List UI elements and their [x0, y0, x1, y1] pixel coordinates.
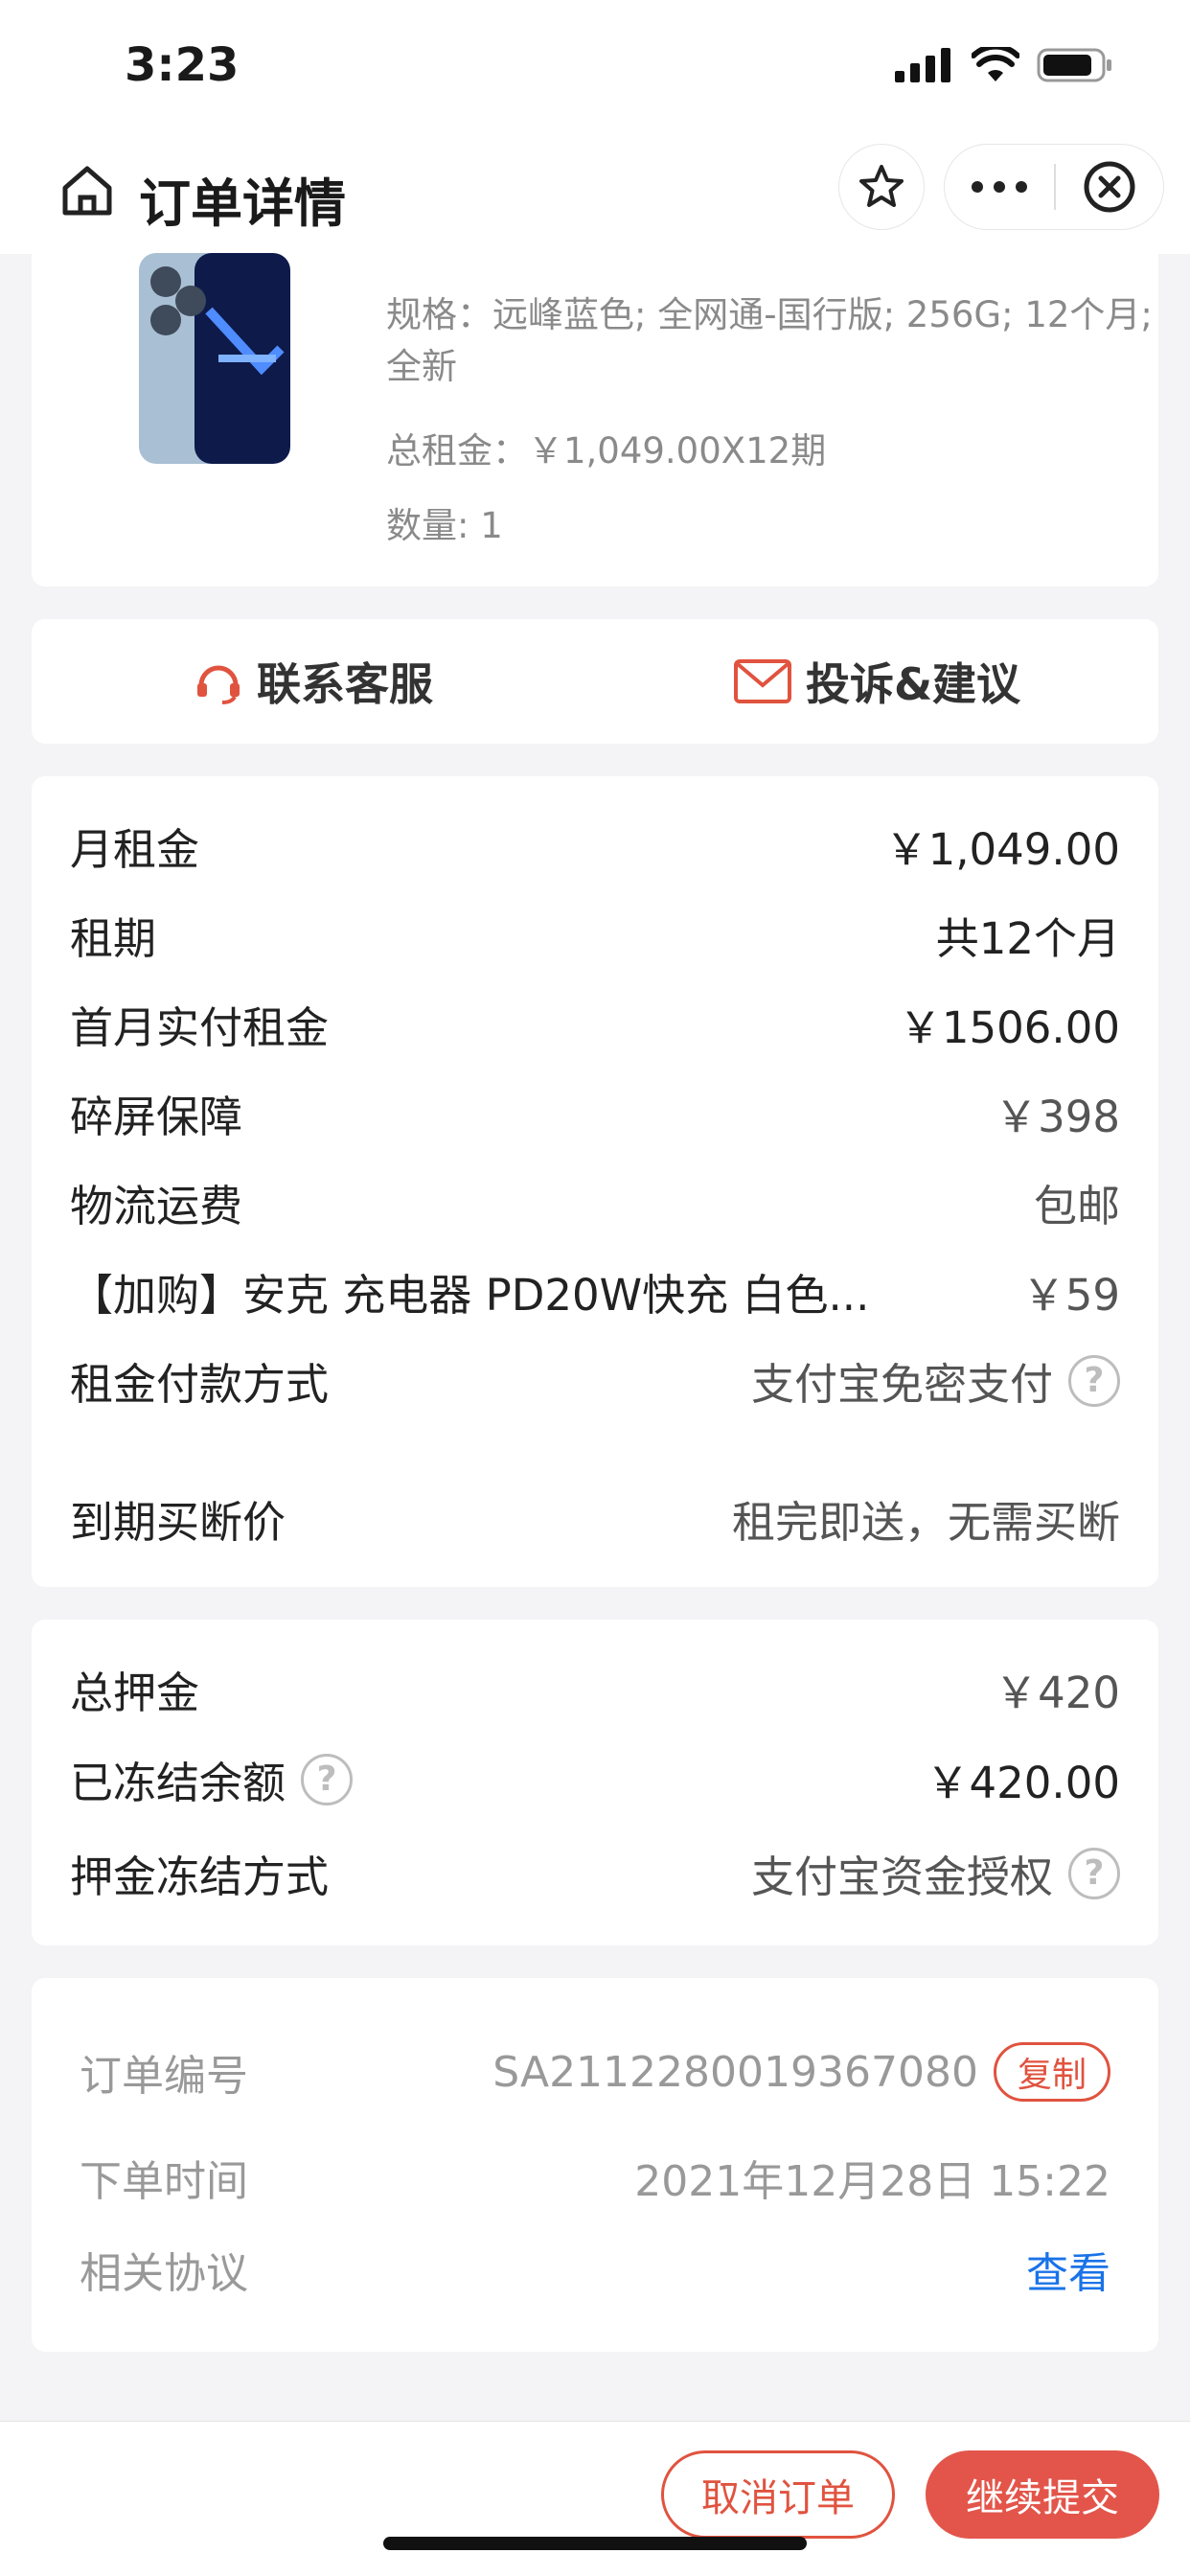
detail-value: 共12个月 — [935, 913, 1120, 964]
bottom-action-bar: 取消订单 继续提交 — [0, 2421, 1190, 2576]
detail-row-first-month: 首月实付租金 ￥1506.00 — [70, 993, 1120, 1055]
detail-value: ￥1506.00 — [898, 1002, 1120, 1053]
detail-value: 包邮 — [1033, 1181, 1120, 1231]
close-icon — [1084, 161, 1135, 213]
detail-label: 到期买断价 — [70, 1497, 286, 1548]
order-info-card: 订单编号 SA2112280019367080 复制 下单时间 2021年12月… — [32, 1978, 1158, 2352]
deposit-label: 押金冻结方式 — [70, 1852, 330, 1902]
detail-row-monthly-rent: 月租金 ￥1,049.00 — [70, 815, 1120, 877]
detail-row-payment-method: 租金付款方式 支付宝免密支付 ? — [70, 1349, 1120, 1412]
order-number-row: 订单编号 SA2112280019367080 复制 — [80, 2041, 1110, 2103]
product-card: 规格：远峰蓝色; 全网通-国行版; 256G; 12个月; 全新 总租金：￥1,… — [32, 253, 1158, 586]
home-indicator[interactable] — [383, 2537, 807, 2550]
agreement-label: 相关协议 — [80, 2249, 248, 2298]
close-button[interactable] — [1056, 144, 1163, 230]
detail-value: ￥1,049.00 — [884, 824, 1120, 875]
order-time: 2021年12月28日 15:22 — [634, 2157, 1110, 2206]
home-icon[interactable] — [57, 161, 117, 224]
detail-row-screen-protection: 碎屏保障 ￥398 — [70, 1082, 1120, 1144]
detail-label: 租金付款方式 — [70, 1359, 330, 1410]
order-number: SA2112280019367080 — [492, 2047, 978, 2097]
deposit-row-total: 总押金 ￥420 — [70, 1658, 1120, 1720]
mail-icon — [733, 659, 791, 703]
product-image[interactable] — [127, 253, 324, 464]
detail-label: 物流运费 — [70, 1181, 243, 1231]
battery-icon — [1037, 48, 1111, 82]
detail-row-buyout: 到期买断价 租完即送，无需买断 — [70, 1487, 1120, 1550]
detail-label: 月租金 — [70, 824, 200, 875]
detail-label: 租期 — [70, 913, 157, 964]
favorite-button[interactable] — [838, 144, 925, 230]
nav-bar: 订单详情 — [0, 134, 1190, 254]
more-dots-icon — [972, 181, 1027, 193]
order-number-wrap: SA2112280019367080 复制 — [492, 2042, 1110, 2102]
detail-label: 【加购】安克 充电器 PD20W快充 白色... — [70, 1270, 870, 1321]
order-time-row: 下单时间 2021年12月28日 15:22 — [80, 2147, 1110, 2208]
detail-value: 支付宝免密支付 — [750, 1359, 1053, 1410]
product-spec: 规格：远峰蓝色; 全网通-国行版; 256G; 12个月; 全新 — [386, 294, 1153, 387]
wifi-icon — [972, 47, 1019, 81]
deposit-value: ￥420.00 — [926, 1758, 1120, 1808]
detail-value-wrap: 支付宝免密支付 ? — [751, 1349, 1120, 1412]
deposit-label: 总押金 — [70, 1668, 200, 1718]
product-quantity: 数量: 1 — [386, 505, 503, 546]
star-icon — [859, 165, 904, 207]
deposit-label-wrap: 已冻结余额 ? — [70, 1748, 354, 1810]
detail-value: 租完即送，无需买断 — [731, 1497, 1120, 1548]
more-button[interactable] — [945, 144, 1054, 230]
signal-icon — [895, 48, 950, 82]
deposit-label: 已冻结余额 — [70, 1758, 286, 1808]
detail-row-shipping: 物流运费 包邮 — [70, 1171, 1120, 1233]
order-time-label: 下单时间 — [80, 2157, 248, 2206]
headset-icon — [197, 665, 240, 704]
contact-service-label: 联系客服 — [257, 658, 433, 710]
status-bar: 3:23 — [0, 0, 1190, 134]
agreement-view-link[interactable]: 查看 — [1026, 2239, 1110, 2300]
deposit-row-method: 押金冻结方式 支付宝资金授权 ? — [70, 1842, 1120, 1904]
product-total-rent: 总租金：￥1,049.00X12期 — [386, 430, 827, 472]
copy-button[interactable]: 复制 — [993, 2042, 1110, 2102]
deposit-row-frozen: 已冻结余额 ? ￥420.00 — [70, 1748, 1120, 1810]
help-icon[interactable]: ? — [1068, 1354, 1120, 1407]
page-title: 订单详情 — [139, 173, 346, 234]
help-icon[interactable]: ? — [301, 1753, 354, 1806]
rent-details-card: 月租金 ￥1,049.00 租期 共12个月 首月实付租金 ￥1506.00 碎… — [32, 776, 1158, 1587]
deposit-value-wrap: 支付宝资金授权 ? — [751, 1842, 1120, 1904]
detail-value: ￥398 — [995, 1092, 1120, 1142]
cancel-order-button[interactable]: 取消订单 — [661, 2450, 895, 2539]
complaint-button[interactable]: 投诉&建议 — [595, 619, 1158, 744]
complaint-label: 投诉&建议 — [805, 658, 1021, 710]
help-icon[interactable]: ? — [1068, 1847, 1120, 1899]
detail-row-addon: 【加购】安克 充电器 PD20W快充 白色... ￥59 — [70, 1260, 1120, 1322]
detail-row-term: 租期 共12个月 — [70, 904, 1120, 966]
order-number-label: 订单编号 — [80, 2052, 248, 2101]
service-card: 联系客服 投诉&建议 — [32, 619, 1158, 744]
continue-submit-button[interactable]: 继续提交 — [926, 2450, 1159, 2539]
detail-label: 首月实付租金 — [70, 1002, 330, 1053]
status-icons — [895, 46, 1113, 84]
detail-value: ￥59 — [1021, 1270, 1120, 1321]
status-time: 3:23 — [125, 38, 240, 92]
deposit-card: 总押金 ￥420 已冻结余额 ? ￥420.00 押金冻结方式 支付宝资金授权 … — [32, 1620, 1158, 1945]
miniapp-capsule — [944, 144, 1164, 230]
deposit-value: 支付宝资金授权 — [750, 1852, 1053, 1902]
agreement-row: 相关协议 查看 — [80, 2239, 1110, 2300]
detail-label: 碎屏保障 — [70, 1092, 243, 1142]
contact-service-button[interactable]: 联系客服 — [32, 619, 595, 744]
deposit-value: ￥420 — [995, 1668, 1120, 1718]
